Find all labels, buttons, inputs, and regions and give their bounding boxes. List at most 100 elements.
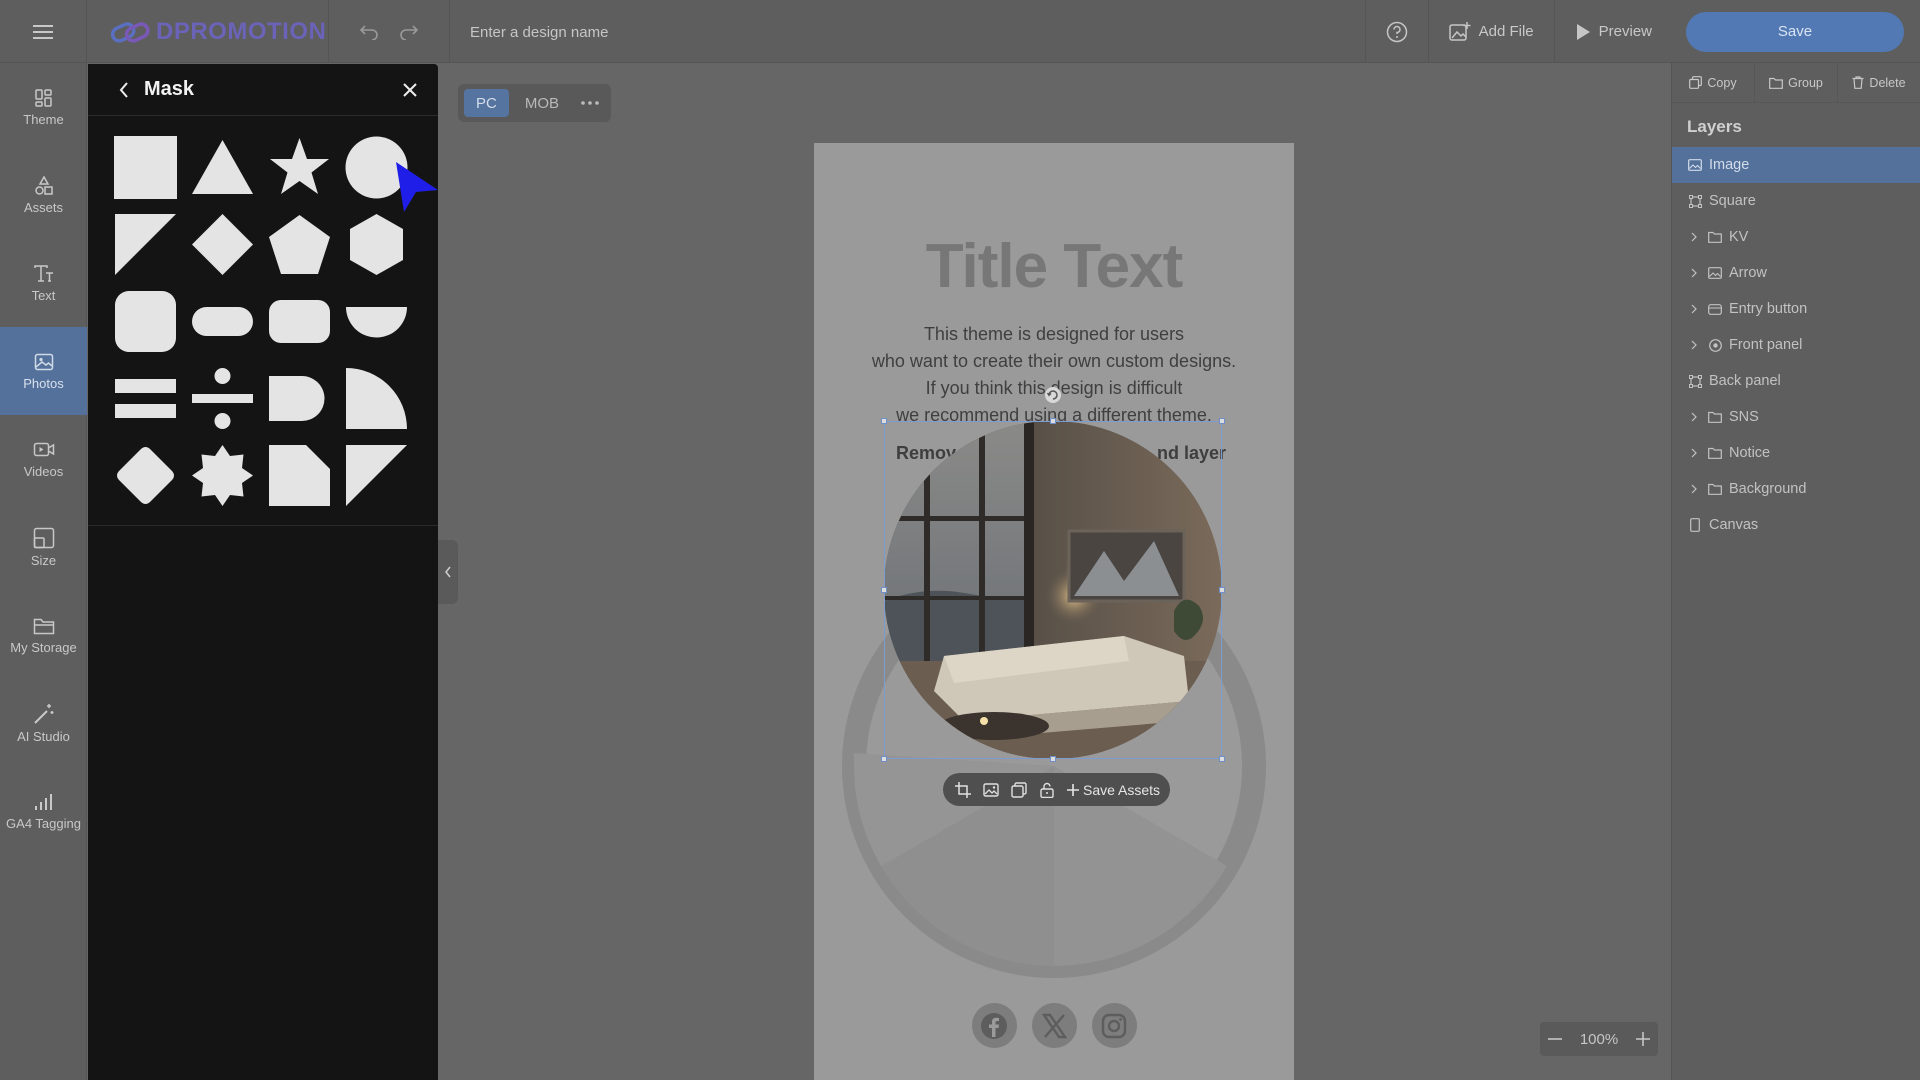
mask-divide[interactable] — [191, 367, 254, 430]
mask-rounded-rectangle[interactable] — [268, 290, 331, 353]
mask-quarter-circle[interactable] — [345, 367, 408, 430]
save-button[interactable]: Save — [1686, 11, 1904, 52]
chevron-right-icon[interactable] — [1687, 232, 1701, 242]
instagram-icon[interactable] — [1091, 1003, 1137, 1048]
hamburger-menu-button[interactable] — [0, 0, 87, 63]
canvas-body-text[interactable]: This theme is designed for users who wan… — [814, 321, 1294, 429]
chevron-right-icon[interactable] — [1687, 340, 1701, 350]
selected-image[interactable] — [884, 421, 1222, 759]
mask-pentagon[interactable] — [268, 213, 331, 276]
layer-sns[interactable]: SNS — [1672, 399, 1920, 435]
mob-view-button[interactable]: MOB — [513, 89, 571, 117]
mask-rounded-square[interactable] — [114, 290, 177, 353]
layer-image[interactable]: Image — [1672, 147, 1920, 183]
preview-button[interactable]: Preview — [1555, 0, 1672, 63]
zoom-control: 100% — [1540, 1022, 1658, 1056]
top-bar: DPROMOTION Add File Preview Save — [0, 0, 1920, 63]
duplicate-icon[interactable] — [1009, 780, 1029, 800]
magic-wand-icon — [33, 703, 53, 724]
folder-icon — [33, 618, 54, 634]
trash-icon — [1852, 76, 1864, 89]
delete-button[interactable]: Delete — [1838, 63, 1920, 103]
mask-diamond[interactable] — [191, 213, 254, 276]
chevron-right-icon[interactable] — [1687, 448, 1701, 458]
mask-half-circle[interactable] — [345, 290, 408, 353]
layer-square[interactable]: Square — [1672, 183, 1920, 219]
layer-back-panel[interactable]: Back panel — [1672, 363, 1920, 399]
sidebar-item-size[interactable]: Size — [0, 503, 87, 591]
mask-panel-header: Mask — [88, 64, 438, 116]
sidebar-item-ai-studio[interactable]: AI Studio — [0, 679, 87, 767]
back-arrow-icon[interactable] — [118, 81, 130, 99]
mask-hexagon[interactable] — [345, 213, 408, 276]
mask-d-shape[interactable] — [268, 367, 331, 430]
history-controls — [328, 0, 450, 63]
more-options-button[interactable] — [575, 89, 605, 117]
crop-icon[interactable] — [953, 780, 973, 800]
mask-cut-corner[interactable] — [268, 444, 331, 507]
group-icon — [1707, 338, 1723, 352]
add-file-button[interactable]: Add File — [1429, 0, 1554, 63]
undo-icon[interactable] — [359, 24, 379, 40]
layer-arrow[interactable]: Arrow — [1672, 255, 1920, 291]
layer-name: KV — [1729, 229, 1749, 245]
sidebar-item-photos[interactable]: Photos — [0, 327, 87, 415]
size-icon — [33, 527, 54, 548]
photos-icon — [34, 353, 53, 370]
sidebar-item-theme[interactable]: Theme — [0, 63, 87, 151]
mask-star[interactable] — [268, 136, 331, 199]
mask-pill[interactable] — [191, 290, 254, 353]
sidebar-item-label: AI Studio — [17, 728, 70, 744]
sidebar-item-my-storage[interactable]: My Storage — [0, 591, 87, 679]
rotate-icon — [1045, 387, 1061, 403]
sidebar-item-videos[interactable]: Videos — [0, 415, 87, 503]
sidebar-item-label: My Storage — [10, 639, 77, 655]
layer-canvas[interactable]: Canvas — [1672, 507, 1920, 543]
layer-kv[interactable]: KV — [1672, 219, 1920, 255]
chevron-right-icon[interactable] — [1687, 268, 1701, 278]
videos-icon — [33, 442, 54, 456]
redo-icon[interactable] — [399, 24, 419, 40]
canvas-title-text[interactable]: Title Text — [814, 231, 1294, 302]
pc-view-button[interactable]: PC — [464, 89, 509, 117]
help-button[interactable] — [1366, 0, 1428, 63]
group-button[interactable]: Group — [1755, 62, 1838, 103]
group-label: Group — [1788, 75, 1823, 90]
zoom-in-icon[interactable] — [1636, 1032, 1650, 1046]
layer-front-panel[interactable]: Front panel — [1672, 327, 1920, 363]
layer-background[interactable]: Background — [1672, 471, 1920, 507]
rotate-handle[interactable] — [1041, 383, 1065, 407]
chevron-right-icon[interactable] — [1687, 484, 1701, 494]
mask-square[interactable] — [114, 136, 177, 199]
design-name-input[interactable] — [470, 20, 870, 44]
mask-rounded-diamond[interactable] — [114, 444, 177, 507]
facebook-icon[interactable] — [971, 1003, 1017, 1048]
sidebar-item-assets[interactable]: Assets — [0, 151, 87, 239]
replace-image-icon[interactable] — [981, 780, 1001, 800]
x-twitter-icon[interactable] — [1031, 1003, 1077, 1048]
chevron-right-icon[interactable] — [1687, 304, 1701, 314]
save-assets-button[interactable]: Save Assets — [1067, 782, 1160, 798]
layers-panel: Copy Group Delete Layers Image Square KV… — [1671, 62, 1920, 1080]
mask-corner-triangle[interactable] — [114, 213, 177, 276]
help-icon — [1386, 21, 1407, 42]
mask-corner-triangle-right[interactable] — [345, 444, 408, 507]
chevron-right-icon[interactable] — [1687, 412, 1701, 422]
sidebar-item-text[interactable]: Text — [0, 239, 87, 327]
bar-chart-icon — [34, 793, 52, 810]
mask-triangle[interactable] — [191, 136, 254, 199]
zoom-out-icon[interactable] — [1548, 1032, 1562, 1046]
layer-name: Arrow — [1729, 265, 1767, 281]
layer-entry-button[interactable]: Entry button — [1672, 291, 1920, 327]
copy-button[interactable]: Copy — [1672, 62, 1755, 103]
collapse-panel-button[interactable] — [438, 540, 458, 604]
close-icon[interactable] — [402, 82, 418, 98]
mask-eight-point-star[interactable] — [191, 444, 254, 507]
sidebar-item-ga4-tagging[interactable]: GA4 Tagging — [0, 767, 87, 855]
mask-double-bar[interactable] — [114, 367, 177, 430]
layer-notice[interactable]: Notice — [1672, 435, 1920, 471]
app-logo[interactable]: DPROMOTION — [110, 16, 326, 48]
delete-label: Delete — [1869, 75, 1906, 90]
unlock-icon[interactable] — [1037, 780, 1057, 800]
interior-photo[interactable] — [884, 421, 1222, 759]
